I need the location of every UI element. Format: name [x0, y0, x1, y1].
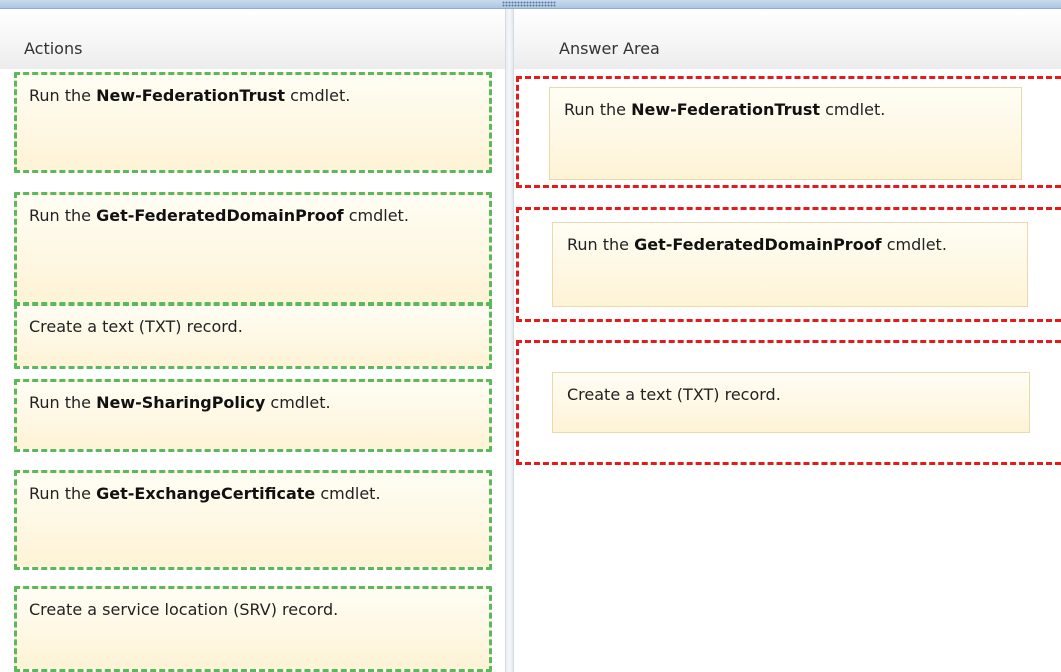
answer-cmdlet: New-FederationTrust	[631, 100, 821, 119]
action-cmdlet: New-SharingPolicy	[96, 393, 266, 412]
splitter-grip[interactable]	[502, 1, 556, 7]
answer-area-title: Answer Area	[559, 39, 660, 58]
answer-text: Create a text (TXT) record.	[567, 385, 781, 404]
answer-cmdlet: Get-FederatedDomainProof	[634, 235, 882, 254]
action-cmdlet: New-FederationTrust	[96, 86, 286, 105]
action-text: cmdlet.	[285, 86, 351, 105]
answer-item-get-federated-domain-proof[interactable]: Run the Get-FederatedDomainProof cmdlet.	[552, 222, 1028, 307]
action-text: cmdlet.	[265, 393, 331, 412]
action-text: Run the	[29, 484, 97, 503]
drag-drop-question: Actions Answer Area Run the New-Federati…	[0, 0, 1061, 672]
answer-area-header: Answer Area	[514, 9, 1061, 69]
action-text: Run the	[29, 206, 97, 225]
action-text: cmdlet.	[315, 484, 381, 503]
action-text: cmdlet.	[343, 206, 409, 225]
answer-text: cmdlet.	[881, 235, 947, 254]
action-item-create-txt-record[interactable]: Create a text (TXT) record.	[14, 303, 492, 369]
action-item-new-sharing-policy[interactable]: Run the New-SharingPolicy cmdlet.	[14, 379, 492, 452]
action-cmdlet: Get-FederatedDomainProof	[96, 206, 344, 225]
answer-text: cmdlet.	[820, 100, 886, 119]
action-text: Create a service location (SRV) record.	[29, 600, 339, 619]
action-text: Run the	[29, 393, 97, 412]
action-text: Create a text (TXT) record.	[29, 317, 243, 336]
actions-title: Actions	[24, 39, 83, 58]
action-item-get-federated-domain-proof[interactable]: Run the Get-FederatedDomainProof cmdlet.	[14, 192, 492, 305]
actions-header: Actions	[0, 9, 505, 69]
action-item-create-srv-record[interactable]: Create a service location (SRV) record.	[14, 586, 492, 672]
top-toolbar	[0, 0, 1061, 9]
action-item-get-exchange-certificate[interactable]: Run the Get-ExchangeCertificate cmdlet.	[14, 470, 492, 570]
pane-divider[interactable]	[505, 9, 514, 672]
answer-text: Run the	[567, 235, 635, 254]
answer-item-create-txt-record[interactable]: Create a text (TXT) record.	[552, 372, 1030, 433]
answer-text: Run the	[564, 100, 632, 119]
answer-item-new-federation-trust[interactable]: Run the New-FederationTrust cmdlet.	[549, 87, 1022, 180]
action-text: Run the	[29, 86, 97, 105]
action-item-new-federation-trust[interactable]: Run the New-FederationTrust cmdlet.	[14, 72, 492, 173]
action-cmdlet: Get-ExchangeCertificate	[96, 484, 316, 503]
